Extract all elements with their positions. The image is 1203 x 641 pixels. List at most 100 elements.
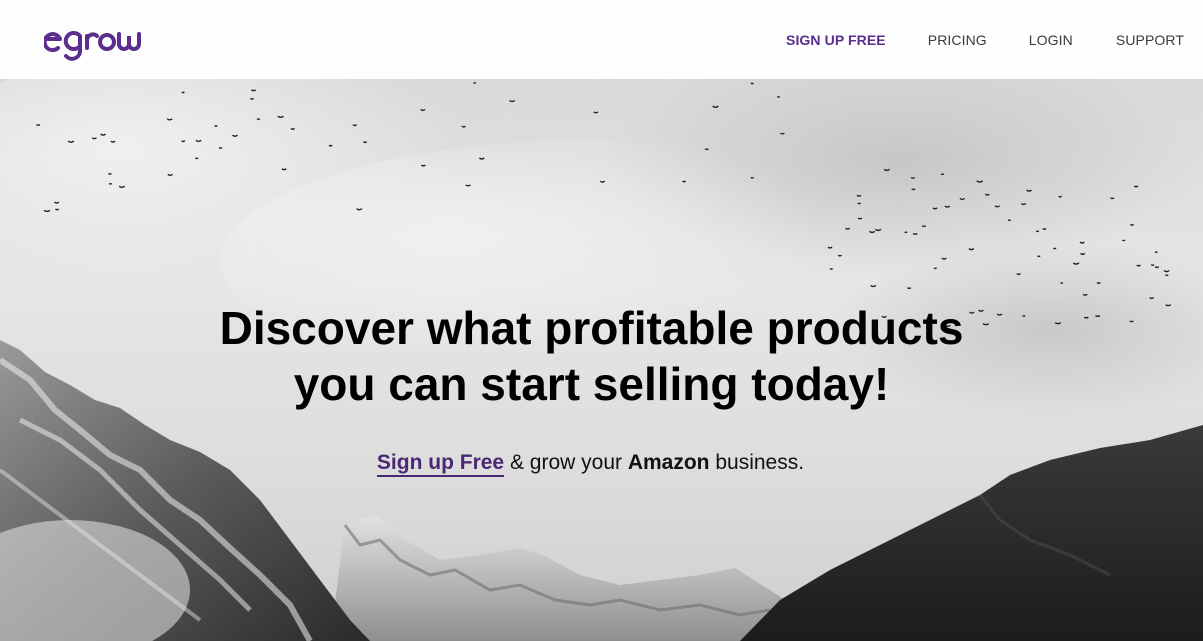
bird-silhouette (167, 173, 173, 177)
bird-silhouette (108, 182, 113, 185)
bird-silhouette (1016, 273, 1021, 276)
bird-silhouette (281, 168, 287, 171)
bird-silhouette (1072, 262, 1080, 265)
bird-silhouette (166, 118, 173, 121)
bird-silhouette (907, 287, 912, 290)
bird-silhouette (932, 207, 938, 210)
bird-silhouette (1136, 264, 1141, 267)
nav-signup-free[interactable]: SIGN UP FREE (786, 32, 886, 48)
bird-silhouette (1079, 241, 1085, 244)
bird-silhouette (465, 184, 471, 187)
headline-bold-discover: Discover (219, 302, 414, 354)
bird-silhouette (1037, 255, 1041, 258)
bird-silhouette (363, 141, 368, 144)
bird-silhouette (829, 267, 834, 270)
bird-silhouette (328, 144, 333, 147)
bird-silhouette (1096, 281, 1101, 284)
bird-silhouette (912, 232, 918, 236)
bird-silhouette (509, 99, 516, 103)
bird-silhouette (911, 188, 916, 191)
bird-silhouette (845, 227, 851, 230)
bird-silhouette (941, 257, 947, 260)
bird-silhouette (857, 202, 862, 205)
bird-silhouette (750, 82, 754, 85)
headline-bold-products: profitable products (544, 302, 964, 354)
bird-silhouette (214, 125, 218, 127)
bird-silhouette (91, 137, 97, 140)
bird-silhouette (984, 193, 990, 196)
page: egrow SIGN UP FREE PRICING LOGIN SUPPORT… (0, 0, 1203, 641)
bird-silhouette (249, 97, 254, 100)
bird-silhouette (54, 201, 60, 204)
bird-silhouette (750, 176, 755, 179)
nav-login[interactable]: LOGIN (1029, 32, 1073, 48)
main-nav: SIGN UP FREE PRICING LOGIN SUPPORT (786, 0, 1203, 79)
bird-silhouette (940, 173, 945, 176)
bird-silhouette (593, 111, 599, 114)
bird-silhouette (856, 194, 862, 197)
bird-silhouette (232, 134, 238, 137)
bird-silhouette (461, 125, 466, 128)
bird-silhouette (869, 230, 876, 234)
bird-silhouette (290, 127, 295, 130)
bird-silhouette (1026, 189, 1032, 192)
subline-amazon: Amazon (627, 451, 710, 474)
bird-silhouette (704, 148, 709, 151)
bird-silhouette (1133, 185, 1139, 188)
bird-silhouette (682, 180, 687, 183)
bird-silhouette (218, 147, 223, 149)
bird-silhouette (1164, 274, 1169, 277)
bird-silhouette (874, 228, 882, 232)
bird-silhouette (921, 225, 927, 228)
signup-free-link[interactable]: Sign up Free (376, 451, 505, 477)
bird-silhouette (1020, 202, 1027, 206)
bird-silhouette (976, 180, 984, 183)
bird-silhouette (870, 284, 877, 288)
headline-what: what (413, 302, 545, 354)
bird-silhouette (251, 89, 257, 92)
subline-grow: & grow your (504, 451, 628, 474)
bird-silhouette (780, 132, 785, 135)
bird-silhouette (118, 185, 126, 189)
bird-silhouette (1129, 223, 1135, 226)
bird-silhouette (910, 176, 916, 179)
bird-silhouette (712, 105, 719, 108)
bird-silhouette (827, 246, 833, 249)
egrow-logo[interactable]: egrow (44, 26, 172, 66)
bird-silhouette (1110, 197, 1115, 200)
bird-silhouette (181, 91, 185, 94)
bird-silhouette (256, 118, 261, 121)
bird-silhouette (959, 197, 966, 201)
bird-silhouette (1082, 293, 1088, 296)
bird-silhouette (67, 140, 75, 143)
subline-business: business. (709, 451, 805, 474)
nav-pricing[interactable]: PRICING (928, 32, 987, 48)
bird-silhouette (599, 180, 606, 183)
bird-silhouette (1150, 264, 1155, 267)
bird-silhouette (195, 139, 202, 143)
bird-silhouette (420, 164, 426, 167)
bird-silhouette (43, 209, 51, 213)
top-navigation-bar: egrow SIGN UP FREE PRICING LOGIN SUPPORT (0, 0, 1203, 79)
bird-silhouette (181, 140, 186, 143)
bird-silhouette (110, 140, 116, 143)
nav-support[interactable]: SUPPORT (1116, 32, 1184, 48)
bird-silhouette (100, 133, 106, 136)
headline-line-two: you can start selling today! (293, 358, 890, 410)
bird-silhouette (1149, 297, 1154, 300)
bird-silhouette (994, 205, 1001, 208)
bird-silhouette (837, 254, 842, 257)
bird-silhouette (108, 172, 112, 175)
bird-silhouette (1080, 252, 1086, 256)
bird-silhouette (1035, 230, 1040, 233)
bird-silhouette (35, 123, 41, 127)
bird-silhouette (478, 157, 485, 160)
bird-silhouette (277, 115, 284, 119)
bird-silhouette (1042, 228, 1047, 230)
bird-silhouette (904, 231, 908, 234)
bird-silhouette (194, 157, 199, 160)
bird-silhouette (1121, 239, 1126, 242)
bird-silhouette (1163, 269, 1170, 273)
bird-silhouette (1154, 251, 1158, 254)
bird-silhouette (352, 124, 358, 127)
